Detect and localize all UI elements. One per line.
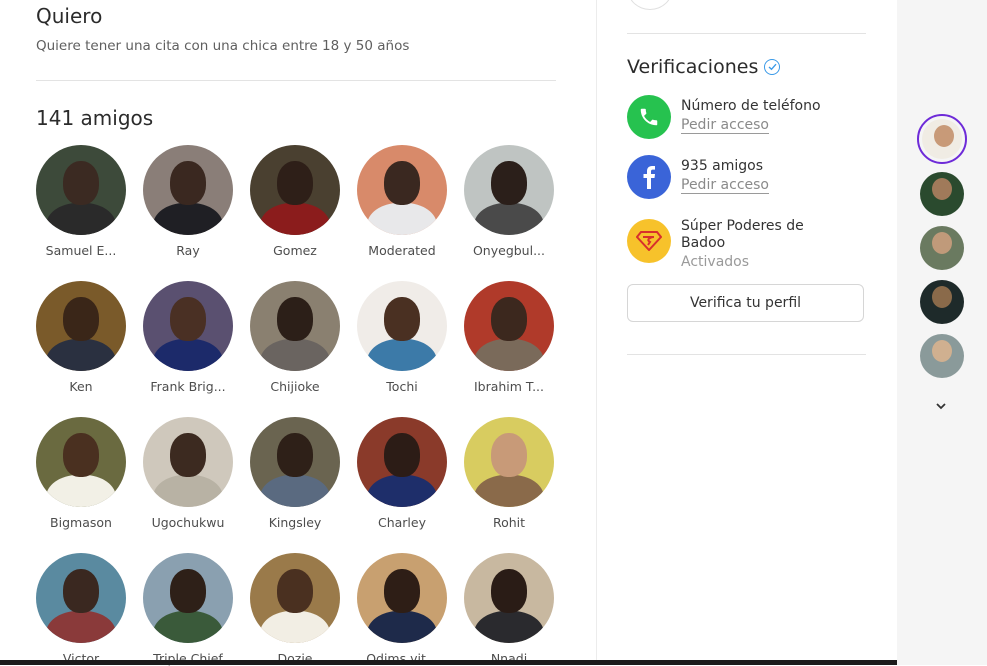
preferences-title: Quiero: [36, 4, 103, 28]
friend-avatar[interactable]: [36, 417, 126, 507]
friend-avatar[interactable]: [36, 145, 126, 235]
friend-card[interactable]: Samuel E...: [26, 145, 136, 258]
friend-avatar[interactable]: [143, 417, 233, 507]
friend-card[interactable]: Rohit: [454, 417, 564, 530]
friend-avatar[interactable]: [250, 145, 340, 235]
friend-name: Ibrahim T...: [473, 379, 545, 394]
friend-avatar[interactable]: [464, 145, 554, 235]
phone-verification-label: Número de teléfono: [681, 98, 821, 114]
bottom-edge-bar: [0, 660, 897, 665]
friend-card[interactable]: Dozie: [240, 553, 350, 666]
friend-avatar[interactable]: [143, 553, 233, 643]
friend-card[interactable]: Ray: [133, 145, 243, 258]
friends-count-title: 141 amigos: [36, 106, 154, 130]
friend-name: Charley: [377, 515, 426, 530]
friend-card[interactable]: Chijioke: [240, 281, 350, 394]
friend-card[interactable]: Ugochukwu: [133, 417, 243, 530]
friend-card[interactable]: Triple Chief: [133, 553, 243, 666]
verifications-title: Verificaciones: [627, 56, 759, 78]
verify-profile-button[interactable]: Verifica tu perfil: [627, 284, 864, 322]
phone-icon: [627, 95, 671, 139]
friend-name: Onyegbul...: [472, 243, 546, 258]
superpowers-label: Súper Poderes de Badoo: [681, 218, 804, 251]
friend-avatar[interactable]: [464, 417, 554, 507]
verifications-column: Verificaciones Número de teléfono Pedir …: [597, 0, 897, 665]
preferences-subtitle: Quiere tener una cita con una chica entr…: [36, 38, 410, 54]
verification-phone: Número de teléfono Pedir acceso: [627, 95, 821, 139]
friend-name: Bigmason: [50, 515, 112, 530]
friend-avatar[interactable]: [357, 281, 447, 371]
facebook-icon: [627, 155, 671, 199]
partial-icon-button[interactable]: [627, 0, 673, 10]
friend-name: Ken: [69, 379, 93, 394]
friend-card[interactable]: Frank Brig...: [133, 281, 243, 394]
friend-card[interactable]: Ken: [26, 281, 136, 394]
friend-avatar[interactable]: [143, 145, 233, 235]
chevron-down-icon[interactable]: [933, 398, 949, 414]
friend-card[interactable]: Gomez: [240, 145, 350, 258]
sidebar-avatar[interactable]: [920, 226, 964, 270]
sidebar-avatar[interactable]: [920, 172, 964, 216]
friend-card[interactable]: Victor: [26, 553, 136, 666]
friend-name: Tochi: [386, 379, 418, 394]
superpowers-icon: [627, 219, 671, 263]
friend-name: Kingsley: [268, 515, 322, 530]
friend-avatar[interactable]: [250, 553, 340, 643]
friend-name: Frank Brig...: [150, 379, 226, 394]
friend-name: Gomez: [273, 243, 317, 258]
verification-facebook: 935 amigos Pedir acceso: [627, 155, 769, 199]
phone-request-access-link[interactable]: Pedir acceso: [681, 117, 769, 134]
facebook-friends-label: 935 amigos: [681, 158, 764, 174]
friend-avatar[interactable]: [36, 281, 126, 371]
facebook-request-access-link[interactable]: Pedir acceso: [681, 177, 769, 194]
friend-card[interactable]: Bigmason: [26, 417, 136, 530]
section-divider: [36, 80, 556, 81]
friend-avatar[interactable]: [143, 281, 233, 371]
friend-card[interactable]: Ibrahim T...: [454, 281, 564, 394]
encounters-sidebar: [897, 0, 987, 665]
friend-card[interactable]: Kingsley: [240, 417, 350, 530]
friend-name: Ugochukwu: [151, 515, 225, 530]
friend-name: Samuel E...: [45, 243, 117, 258]
sidebar-avatar[interactable]: [920, 334, 964, 378]
friend-avatar[interactable]: [357, 553, 447, 643]
verification-superpowers: Súper Poderes de Badoo Activados: [627, 215, 821, 271]
friend-name: Moderated: [368, 243, 436, 258]
section-divider: [627, 354, 866, 355]
friend-card[interactable]: Nnadi: [454, 553, 564, 666]
friend-card[interactable]: Charley: [347, 417, 457, 530]
friend-card[interactable]: Onyegbul...: [454, 145, 564, 258]
section-divider: [627, 33, 866, 34]
profile-main-column: Quiero Quiere tener una cita con una chi…: [0, 0, 597, 666]
sidebar-avatar[interactable]: [920, 280, 964, 324]
friend-card[interactable]: Odims vit...: [347, 553, 457, 666]
friend-avatar[interactable]: [464, 553, 554, 643]
friend-avatar[interactable]: [36, 553, 126, 643]
friend-avatar[interactable]: [250, 417, 340, 507]
verifications-heading: Verificaciones: [627, 56, 781, 78]
superpowers-status: Activados: [681, 254, 750, 270]
friend-name: Rohit: [492, 515, 526, 530]
friend-avatar[interactable]: [357, 145, 447, 235]
verified-check-icon: [764, 59, 781, 75]
friend-card[interactable]: Tochi: [347, 281, 457, 394]
friend-name: Chijioke: [270, 379, 320, 394]
friend-name: Ray: [176, 243, 200, 258]
friend-card[interactable]: Moderated: [347, 145, 457, 258]
friend-avatar[interactable]: [250, 281, 340, 371]
friend-avatar[interactable]: [464, 281, 554, 371]
friend-avatar[interactable]: [357, 417, 447, 507]
sidebar-avatar-active[interactable]: [917, 114, 967, 164]
